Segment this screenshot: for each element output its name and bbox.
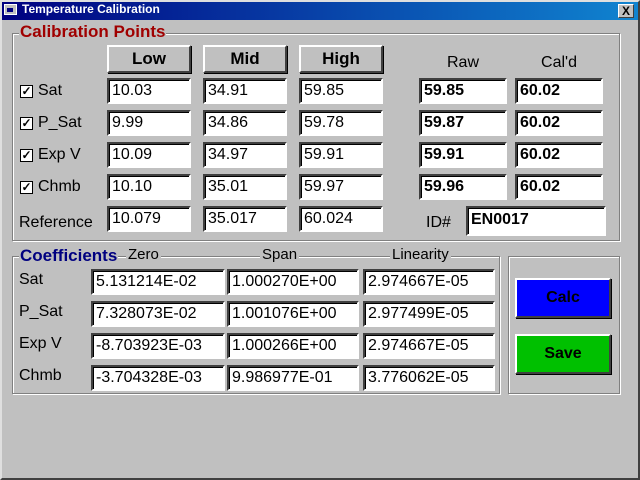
raw-header: Raw: [446, 54, 479, 71]
p-sat-cald-value: 60.02: [515, 110, 603, 136]
chmb-label: Chmb: [38, 178, 81, 195]
p-sat-label: P_Sat: [38, 114, 82, 131]
sat-linearity-value: 2.974667E-05: [363, 269, 495, 295]
cald-header: Cal'd: [541, 54, 577, 71]
p-sat-zero-value: 7.328073E-02: [91, 301, 225, 327]
sat-zero-value: 5.131214E-02: [91, 269, 225, 295]
coef-p-sat-label: P_Sat: [19, 303, 63, 320]
high-button[interactable]: High: [299, 45, 383, 73]
id-input[interactable]: EN0017: [466, 206, 606, 236]
sat-span-value: 1.000270E+00: [227, 269, 359, 295]
coef-exp-v-label: Exp V: [19, 335, 62, 352]
reference-high-input[interactable]: 60.024: [299, 206, 383, 232]
exp-v-span-value: 1.000266E+00: [227, 333, 359, 359]
sat-raw-value: 59.85: [419, 78, 507, 104]
exp-v-cald-value: 60.02: [515, 142, 603, 168]
chmb-checkbox[interactable]: ✓: [20, 181, 33, 194]
low-button[interactable]: Low: [107, 45, 191, 73]
p-sat-raw-value: 59.87: [419, 110, 507, 136]
exp-v-checkbox[interactable]: ✓: [20, 149, 33, 162]
chmb-low-input[interactable]: 10.10: [107, 174, 191, 200]
sat-mid-input[interactable]: 34.91: [203, 78, 287, 104]
mid-button[interactable]: Mid: [203, 45, 287, 73]
chmb-span-value: 9.986977E-01: [227, 365, 359, 391]
p-sat-high-input[interactable]: 59.78: [299, 110, 383, 136]
exp-v-zero-value: -8.703923E-03: [91, 333, 225, 359]
id-label: ID#: [426, 214, 451, 231]
p-sat-low-input[interactable]: 9.99: [107, 110, 191, 136]
chmb-linearity-value: 3.776062E-05: [363, 365, 495, 391]
chmb-zero-value: -3.704328E-03: [91, 365, 225, 391]
close-button[interactable]: X: [618, 4, 634, 18]
sat-cald-value: 60.02: [515, 78, 603, 104]
sat-checkbox[interactable]: ✓: [20, 85, 33, 98]
save-button[interactable]: Save: [515, 334, 611, 374]
chmb-raw-value: 59.96: [419, 174, 507, 200]
coefficients-title: Coefficients: [19, 246, 119, 265]
sat-label: Sat: [38, 82, 63, 99]
chmb-high-input[interactable]: 59.97: [299, 174, 383, 200]
exp-v-high-input[interactable]: 59.91: [299, 142, 383, 168]
linearity-header: Linearity: [390, 246, 451, 263]
p-sat-span-value: 1.001076E+00: [227, 301, 359, 327]
exp-v-linearity-value: 2.974667E-05: [363, 333, 495, 359]
sat-low-input[interactable]: 10.03: [107, 78, 191, 104]
exp-v-raw-value: 59.91: [419, 142, 507, 168]
reference-mid-input[interactable]: 35.017: [203, 206, 287, 232]
p-sat-linearity-value: 2.977499E-05: [363, 301, 495, 327]
span-header: Span: [260, 246, 300, 263]
reference-label: Reference: [19, 214, 93, 231]
p-sat-checkbox[interactable]: ✓: [20, 117, 33, 130]
coef-sat-label: Sat: [19, 271, 44, 288]
exp-v-mid-input[interactable]: 34.97: [203, 142, 287, 168]
exp-v-low-input[interactable]: 10.09: [107, 142, 191, 168]
sat-high-input[interactable]: 59.85: [299, 78, 383, 104]
app-icon: [4, 4, 17, 15]
exp-v-label: Exp V: [38, 146, 81, 163]
coef-chmb-label: Chmb: [19, 367, 62, 384]
window-title: Temperature Calibration: [22, 2, 160, 16]
reference-low-input[interactable]: 10.079: [107, 206, 191, 232]
chmb-cald-value: 60.02: [515, 174, 603, 200]
calc-button[interactable]: Calc: [515, 278, 611, 318]
calibration-points-title: Calibration Points: [19, 22, 167, 41]
zero-header: Zero: [126, 246, 161, 263]
p-sat-mid-input[interactable]: 34.86: [203, 110, 287, 136]
chmb-mid-input[interactable]: 35.01: [203, 174, 287, 200]
